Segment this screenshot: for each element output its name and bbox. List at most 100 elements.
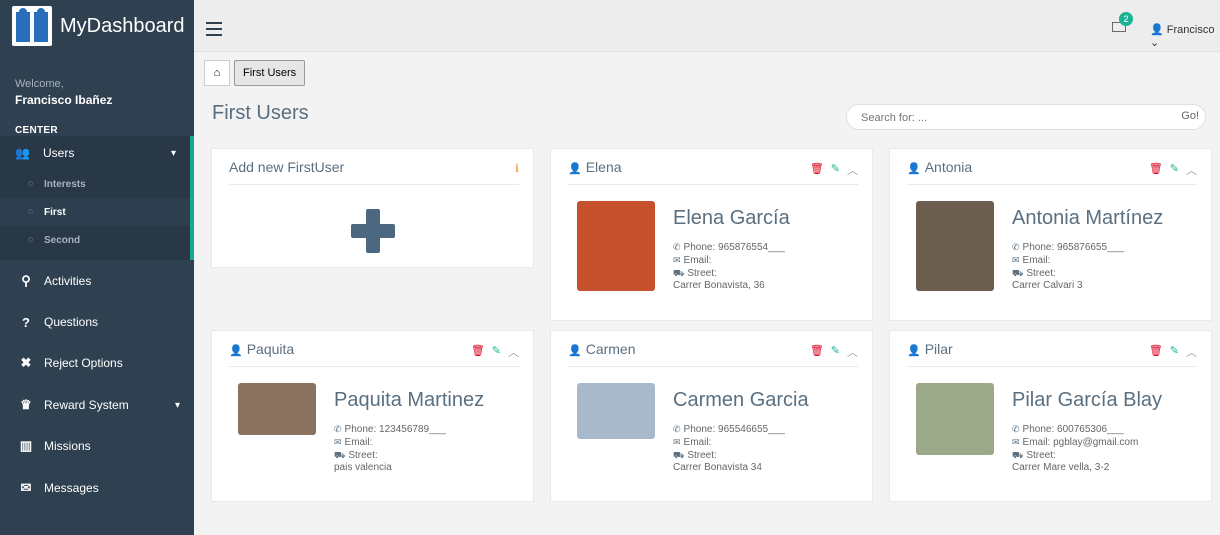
- bullet-icon: [28, 181, 33, 186]
- trash-icon[interactable]: 🗑: [810, 344, 824, 360]
- user-photo: [238, 383, 316, 435]
- user-details: ✆ Phone: 123456789___ ✉ Email: ⛟ Street: pa…: [334, 423, 446, 474]
- card-title: 👤 Pilar: [907, 341, 953, 357]
- add-user-button[interactable]: [351, 209, 395, 253]
- road-icon: ⛟: [673, 450, 685, 460]
- user-details: ✆ Phone: 965876655___ ✉ Email: ⛟ Street: Ca…: [1012, 241, 1124, 292]
- trash-icon[interactable]: 🗑: [1149, 162, 1163, 178]
- user-card: 👤 Paquita 🗑 ✎ ︿ Paquita Martinez ✆ Phone: …: [211, 330, 534, 502]
- info-icon[interactable]: ℹ: [515, 162, 519, 175]
- sidebar-item-users[interactable]: 👥 Users ▾: [0, 136, 190, 170]
- edit-icon[interactable]: ✎: [492, 344, 501, 360]
- street-label: Street:: [348, 450, 378, 461]
- sidebar-item-missions[interactable]: ▥ Missions: [0, 431, 194, 461]
- phone-label: Phone:: [683, 424, 716, 435]
- street-value: Carrer Bonavista 34: [673, 462, 762, 473]
- chevron-down-icon: ▾: [170, 147, 176, 159]
- card-title-label: Antonia: [924, 159, 973, 175]
- trash-icon[interactable]: 🗑: [810, 162, 824, 178]
- edit-icon[interactable]: ✎: [831, 344, 840, 360]
- sidebar-subitem-second[interactable]: Second: [0, 226, 190, 254]
- user-card: 👤 Carmen 🗑 ✎ ︿ Carmen Garcia ✆ Phone: 9655…: [550, 330, 873, 502]
- chevron-up-icon[interactable]: ︿: [847, 162, 858, 178]
- road-icon: ⛟: [334, 450, 346, 460]
- trophy-icon: ♛: [20, 397, 32, 412]
- edit-icon[interactable]: ✎: [1170, 344, 1179, 360]
- card-title-label: Carmen: [585, 341, 636, 357]
- road-icon: ⛟: [1012, 450, 1024, 460]
- trash-icon[interactable]: 🗑: [1149, 344, 1163, 360]
- card-title: 👤 Paquita: [229, 341, 294, 357]
- notification-badge: 2: [1119, 12, 1133, 26]
- card-tools: 🗑 ✎ ︿: [810, 162, 858, 178]
- chevron-down-icon: ▾: [174, 399, 180, 411]
- chevron-up-icon[interactable]: ︿: [508, 344, 519, 360]
- sidebar-item-label: Activities: [44, 274, 92, 288]
- email-label: Email:: [683, 437, 712, 448]
- chevron-up-icon[interactable]: ︿: [1186, 344, 1197, 360]
- street-label: Street:: [687, 268, 717, 279]
- card-header: 👤 Antonia 🗑 ✎ ︿: [907, 159, 1197, 185]
- search-go-button[interactable]: Go!: [1181, 110, 1199, 122]
- map-icon: ▥: [19, 438, 33, 453]
- user-photo: [916, 383, 994, 455]
- card-title: 👤 Carmen: [568, 341, 636, 357]
- envelope-icon: ✉: [20, 480, 32, 495]
- brand[interactable]: MyDashboard: [0, 0, 194, 52]
- bullet-icon: [28, 237, 33, 242]
- trash-icon[interactable]: 🗑: [471, 344, 485, 360]
- phone-value: 123456789___: [379, 424, 446, 435]
- card-tools: 🗑 ✎ ︿: [1149, 344, 1197, 360]
- bullet-icon: [28, 209, 33, 214]
- envelope-icon: ✉: [334, 437, 342, 447]
- user-details: ✆ Phone: 965546655___ ✉ Email: ⛟ Street: Ca…: [673, 423, 785, 474]
- envelope-icon: ✉: [673, 437, 681, 447]
- sidebar-item-messages[interactable]: ✉ Messages: [0, 473, 194, 503]
- sidebar-item-label: Messages: [44, 481, 99, 495]
- topbar: 2 👤 Francisco ⌄: [194, 0, 1220, 52]
- menu-toggle-icon[interactable]: [206, 22, 222, 36]
- phone-icon: ✆: [1012, 424, 1020, 434]
- email-value: pgblay@gmail.com: [1053, 437, 1139, 448]
- card-tools: 🗑 ✎ ︿: [1149, 162, 1197, 178]
- bicycle-icon: ⚲: [21, 273, 31, 288]
- search-input[interactable]: [861, 110, 1151, 126]
- card-header: Add new FirstUser ℹ: [229, 159, 519, 185]
- edit-icon[interactable]: ✎: [1170, 162, 1179, 178]
- card-title: 👤 Antonia: [907, 159, 972, 175]
- email-label: Email:: [1022, 437, 1051, 448]
- sidebar-subitem-first[interactable]: First: [0, 198, 190, 226]
- user-full-name: Pilar García Blay: [1012, 389, 1163, 411]
- phone-icon: ✆: [673, 424, 681, 434]
- sidebar-item-reject-options[interactable]: ✖ Reject Options: [0, 348, 194, 378]
- sidebar-item-activities[interactable]: ⚲ Activities: [0, 266, 194, 296]
- sidebar-item-label: Reject Options: [44, 356, 123, 370]
- card-title-label: Paquita: [246, 341, 295, 357]
- user-icon: 👤: [568, 345, 582, 357]
- email-label: Email:: [344, 437, 373, 448]
- road-icon: ⛟: [673, 268, 685, 278]
- user-menu[interactable]: 👤 Francisco ⌄: [1150, 23, 1220, 49]
- users-icon: 👥: [15, 146, 30, 160]
- sidebar-item-reward-system[interactable]: ♛ Reward System ▾: [0, 390, 194, 420]
- sidebar-section-label: CENTER: [15, 125, 58, 136]
- envelope-icon: ✉: [1012, 255, 1020, 265]
- sidebar-item-questions[interactable]: ? Questions: [0, 307, 194, 337]
- app-title: MyDashboard: [60, 14, 185, 37]
- home-icon[interactable]: ⌂: [204, 60, 230, 86]
- card-title: Add new FirstUser: [229, 159, 345, 175]
- chevron-up-icon[interactable]: ︿: [1186, 162, 1197, 178]
- page-title: First Users: [212, 102, 309, 124]
- chevron-up-icon[interactable]: ︿: [847, 344, 858, 360]
- phone-label: Phone:: [1022, 424, 1055, 435]
- card-header: 👤 Elena 🗑 ✎ ︿: [568, 159, 858, 185]
- street-value: Carrer Calvari 3: [1012, 280, 1083, 291]
- card-title-label: Elena: [585, 159, 622, 175]
- sidebar-subitem-interests[interactable]: Interests: [0, 170, 190, 198]
- edit-icon[interactable]: ✎: [831, 162, 840, 178]
- user-full-name: Carmen Garcia: [673, 389, 809, 411]
- phone-label: Phone:: [683, 242, 716, 253]
- user-menu-label: Francisco: [1166, 24, 1215, 36]
- sidebar-group-users: 👥 Users ▾ Interests First Second: [0, 136, 194, 260]
- breadcrumb-current[interactable]: First Users: [234, 60, 306, 86]
